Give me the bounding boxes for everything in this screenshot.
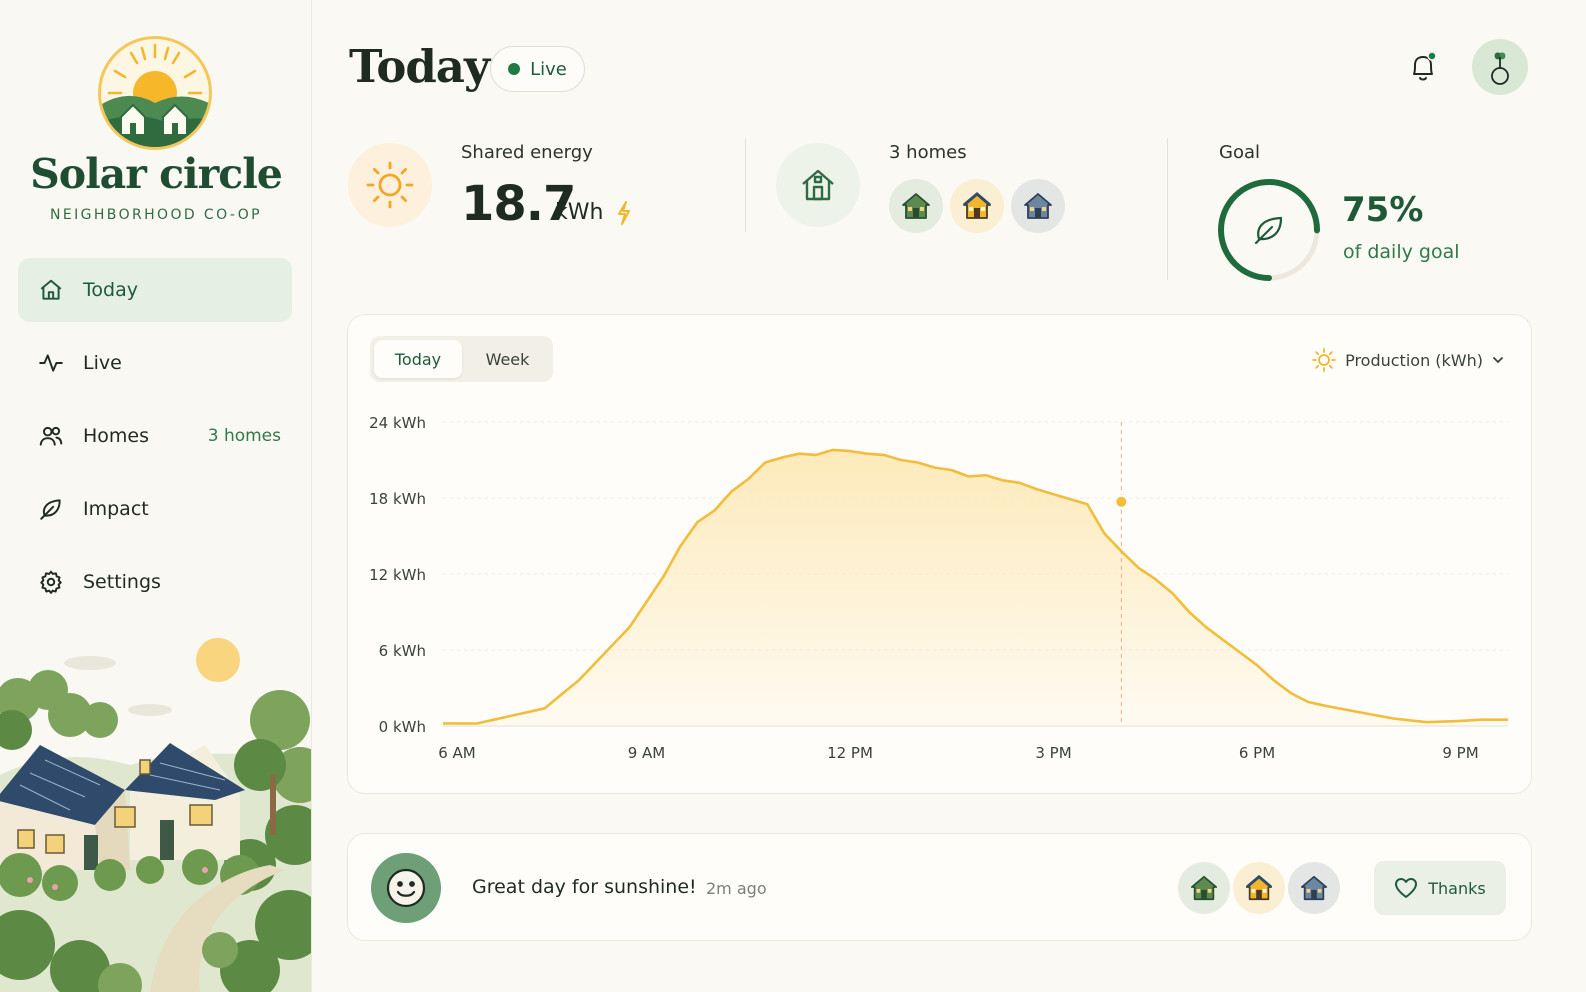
home-icon: [37, 276, 65, 304]
shared-energy-sun-badge: [348, 143, 432, 227]
sidebar-item-homes[interactable]: Homes 3 homes: [18, 404, 292, 468]
y-tick-label: 12 kWh: [369, 566, 426, 584]
house-yellow-icon: [963, 192, 991, 219]
chevron-down-icon: [1493, 357, 1503, 364]
heart-icon: [1395, 878, 1418, 898]
stats-divider: [745, 138, 746, 232]
homes-badge: [776, 143, 860, 227]
community-message-card: Great day for sunshine! 2m ago Thanks: [347, 833, 1532, 941]
shared-energy-label: Shared energy: [461, 142, 593, 163]
sidebar-item-label: Settings: [83, 571, 161, 593]
leaf-icon: [37, 495, 65, 523]
page-title: Today: [349, 40, 490, 93]
house-blue-icon: [1300, 875, 1328, 901]
house-blue-icon: [1024, 193, 1052, 219]
production-chart-card: 0 kWh 6 kWh 12 kWh 18 kWh 24 kWh 6 AM 9 AM 12 P…: [347, 314, 1532, 794]
lightning-icon: [618, 201, 630, 225]
solar-circle-logo-icon: [98, 36, 212, 150]
sun-icon: [366, 161, 414, 209]
home-chip-green[interactable]: [889, 179, 943, 233]
brand-name: Solar circle: [30, 150, 283, 198]
sprout-avatar-icon: [1491, 52, 1509, 85]
house-icon: [802, 169, 834, 201]
reactor-home-green[interactable]: [1178, 862, 1230, 914]
stats-divider: [1167, 138, 1168, 280]
goal-percent-value: 75%: [1342, 190, 1424, 230]
gear-icon: [37, 568, 65, 596]
sidebar-item-label: Today: [83, 279, 138, 301]
house-green-icon: [902, 193, 930, 219]
message-text: Great day for sunshine!: [472, 876, 697, 898]
leaf-icon: [1254, 216, 1283, 245]
x-tick-label: 6 AM: [438, 744, 476, 762]
y-tick-label: 6 kWh: [379, 642, 426, 660]
live-dot-icon: [508, 63, 521, 75]
user-avatar[interactable]: [1472, 39, 1528, 95]
x-tick-label: 6 PM: [1239, 744, 1275, 762]
shared-energy-unit: kWh: [555, 200, 604, 225]
metric-dropdown[interactable]: Production (kWh): [1311, 345, 1505, 375]
production-area-chart: 0 kWh 6 kWh 12 kWh 18 kWh 24 kWh 6 AM 9 AM 12 P…: [369, 414, 1508, 762]
goal-label: Goal: [1219, 142, 1260, 163]
live-status-label: Live: [530, 58, 567, 80]
goal-subtitle: of daily goal: [1343, 241, 1460, 263]
period-toggle: Today Week: [370, 336, 553, 382]
sidebar-item-settings[interactable]: Settings: [18, 550, 292, 614]
users-icon: [37, 422, 65, 450]
homes-count-badge: 3 homes: [207, 426, 281, 446]
activity-icon: [37, 349, 65, 377]
x-tick-label: 9 AM: [628, 744, 666, 762]
sidebar-item-live[interactable]: Live: [18, 331, 292, 395]
sidebar-item-label: Impact: [83, 498, 149, 520]
homes-count-label: 3 homes: [889, 142, 967, 163]
goal-progress-ring: [1218, 179, 1320, 281]
x-tick-label: 3 PM: [1035, 744, 1071, 762]
neighborhood-illustration: [0, 638, 311, 992]
thanks-button-label: Thanks: [1428, 878, 1486, 898]
production-area-fill: [443, 449, 1508, 726]
tab-week[interactable]: Week: [466, 340, 549, 378]
y-tick-label: 24 kWh: [369, 414, 426, 432]
bell-icon: [1413, 51, 1437, 81]
y-tick-label: 18 kWh: [369, 490, 426, 508]
house-yellow-icon: [1245, 874, 1273, 901]
reactor-home-yellow[interactable]: [1233, 862, 1285, 914]
sidebar-item-impact[interactable]: Impact: [18, 477, 292, 541]
sun-icon: [1312, 348, 1336, 372]
sidebar-item-today[interactable]: Today: [18, 258, 292, 322]
notifications-button[interactable]: [1404, 48, 1442, 86]
thanks-button[interactable]: Thanks: [1374, 861, 1506, 915]
sidebar: Solar circle NEIGHBORHOOD CO-OP Today Li…: [0, 0, 312, 992]
tab-today[interactable]: Today: [374, 340, 462, 378]
live-status-badge[interactable]: Live: [490, 46, 585, 92]
smiley-avatar: [371, 853, 441, 923]
x-tick-label: 9 PM: [1442, 744, 1478, 762]
house-green-icon: [1190, 875, 1218, 901]
sidebar-item-label: Live: [83, 352, 122, 374]
sidebar-item-label: Homes: [83, 425, 150, 447]
y-tick-label: 0 kWh: [379, 718, 426, 736]
marker-point: [1114, 494, 1129, 509]
brand-subtitle: NEIGHBORHOOD CO-OP: [49, 207, 262, 223]
home-chip-yellow[interactable]: [950, 179, 1004, 233]
message-timestamp: 2m ago: [706, 879, 767, 898]
x-tick-label: 12 PM: [827, 744, 873, 762]
sidebar-nav: Today Live Homes 3 homes Impact Settings: [18, 258, 292, 623]
reactor-home-blue[interactable]: [1288, 862, 1340, 914]
metric-dropdown-label: Production (kWh): [1345, 350, 1483, 370]
home-chip-blue[interactable]: [1011, 179, 1065, 233]
smiley-icon: [386, 868, 426, 908]
